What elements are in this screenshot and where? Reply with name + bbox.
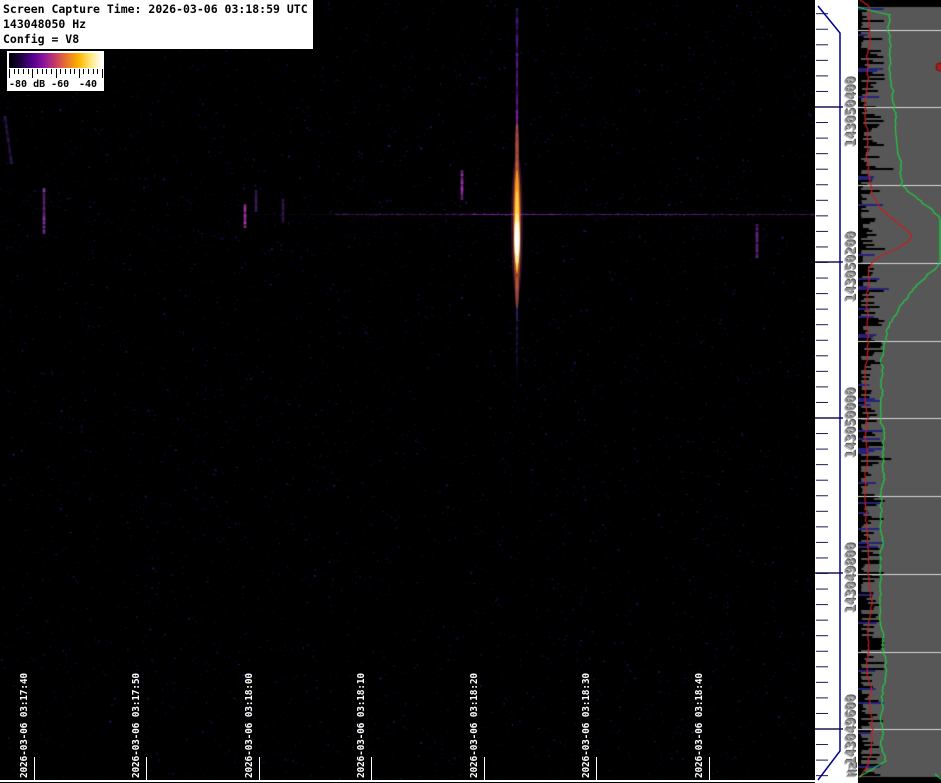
colorbar-tick: [78, 69, 80, 78]
colorbar-tick: [102, 69, 103, 78]
colorbar-tick: [9, 69, 10, 78]
colorbar-tick: [50, 69, 52, 74]
config-text: Config = V8: [3, 32, 80, 46]
time-tick: [259, 757, 260, 780]
time-label: 2026-03-06 03:18:20: [469, 673, 480, 778]
time-tick: [371, 757, 372, 780]
frequency-text: 143048050 Hz: [3, 17, 87, 31]
colorbar-label-left: -80 dB -60: [9, 79, 70, 90]
time-tick: [596, 757, 597, 780]
colorbar-ticks: [9, 69, 103, 78]
colorbar-tick: [22, 69, 24, 74]
colorbar-tick: [18, 69, 20, 74]
colorbar-tick: [32, 69, 34, 78]
spectrum-panel: [858, 0, 941, 783]
waterfall-spectrogram: [0, 0, 815, 783]
colorbar-tick: [27, 69, 29, 74]
colorbar-tick: [60, 69, 62, 74]
time-label: 2026-03-06 03:18:10: [356, 673, 367, 778]
capture-info-box: Screen Capture Time: 2026-03-06 03:18:59…: [0, 0, 314, 50]
freq-label: 143049800: [844, 542, 859, 613]
time-label: 2026-03-06 03:18:00: [244, 673, 255, 778]
time-axis-baseline: [0, 780, 815, 782]
colorbar-tick: [74, 69, 76, 74]
colorbar-tick: [83, 69, 85, 74]
capture-time-text: Screen Capture Time: 2026-03-06 03:18:59…: [3, 2, 308, 16]
colorbar-tick: [46, 69, 48, 74]
freq-label: 143050200: [844, 231, 859, 302]
freq-unit-label: Hz: [845, 762, 859, 777]
time-tick: [484, 757, 485, 780]
colorbar-tick: [41, 69, 43, 74]
time-label: 2026-03-06 03:17:50: [131, 673, 142, 778]
freq-label: 143050400: [844, 76, 859, 147]
colorbar-tick: [69, 69, 71, 74]
colorbar-tick: [92, 69, 94, 74]
time-tick: [709, 757, 710, 780]
colorbar-gradient: [9, 53, 102, 68]
colorbar-tick: [64, 69, 66, 74]
spectrum-lab-screen-capture: 143050400 143050200 143050000 143049800 …: [0, 0, 941, 783]
time-tick: [146, 757, 147, 780]
colorbar-label-right: -40: [78, 79, 97, 90]
time-label: 2026-03-06 03:18:40: [694, 673, 705, 778]
colorbar-tick: [97, 69, 99, 74]
colorbar-tick: [55, 69, 57, 78]
time-label: 2026-03-06 03:17:40: [19, 673, 30, 778]
time-tick: [34, 757, 35, 780]
colorbar-tick: [36, 69, 38, 74]
colorbar-tick: [88, 69, 89, 74]
time-label: 2026-03-06 03:18:30: [581, 673, 592, 778]
amplitude-colorbar: -80 dB -60 -40: [7, 51, 104, 91]
freq-label: 143050000: [844, 387, 859, 458]
colorbar-tick: [13, 69, 15, 74]
colorbar-labels: -80 dB -60 -40: [9, 79, 102, 90]
